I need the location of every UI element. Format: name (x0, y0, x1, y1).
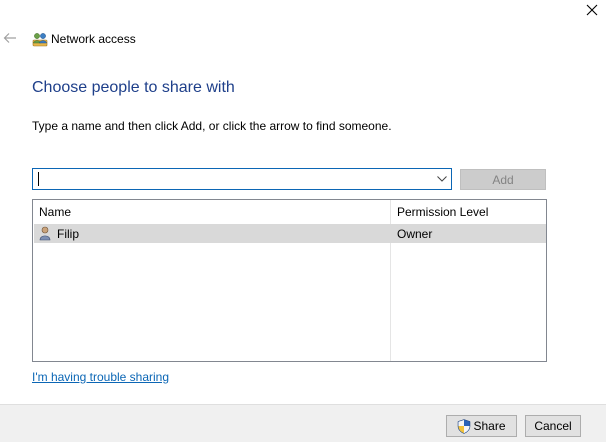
share-button-label: Share (473, 419, 506, 433)
close-icon (586, 4, 598, 16)
list-item-permission[interactable]: Owner (397, 227, 432, 241)
list-item-name: Filip (39, 226, 79, 241)
list-item[interactable]: Filip Owner (34, 224, 546, 243)
back-button[interactable] (2, 30, 18, 46)
dropdown-arrow-button[interactable] (433, 169, 451, 189)
back-arrow-icon (3, 33, 16, 43)
close-button[interactable] (578, 0, 606, 20)
column-header-permission[interactable]: Permission Level (397, 205, 488, 219)
column-header-name[interactable]: Name (39, 205, 71, 219)
name-input[interactable] (33, 170, 433, 188)
page-heading: Choose people to share with (32, 79, 235, 96)
window-title: Network access (32, 31, 136, 47)
uac-shield-icon (457, 418, 471, 434)
list-item-name-text: Filip (57, 226, 80, 241)
instruction-text: Type a name and then click Add, or click… (32, 119, 392, 133)
name-combobox[interactable] (32, 168, 452, 190)
text-caret (38, 172, 39, 186)
list-header: Name Permission Level (33, 200, 546, 224)
trouble-sharing-link[interactable]: I'm having trouble sharing (32, 369, 169, 385)
share-button[interactable]: Share (446, 415, 517, 437)
people-list[interactable]: Name Permission Level Filip Owner (32, 199, 547, 362)
chevron-down-icon (437, 176, 447, 182)
add-button[interactable]: Add (460, 169, 546, 190)
dialog-footer: Share Cancel (0, 404, 606, 442)
user-icon (39, 226, 53, 241)
network-users-icon (32, 31, 48, 47)
window-title-text: Network access (51, 32, 136, 46)
cancel-button[interactable]: Cancel (525, 415, 581, 437)
